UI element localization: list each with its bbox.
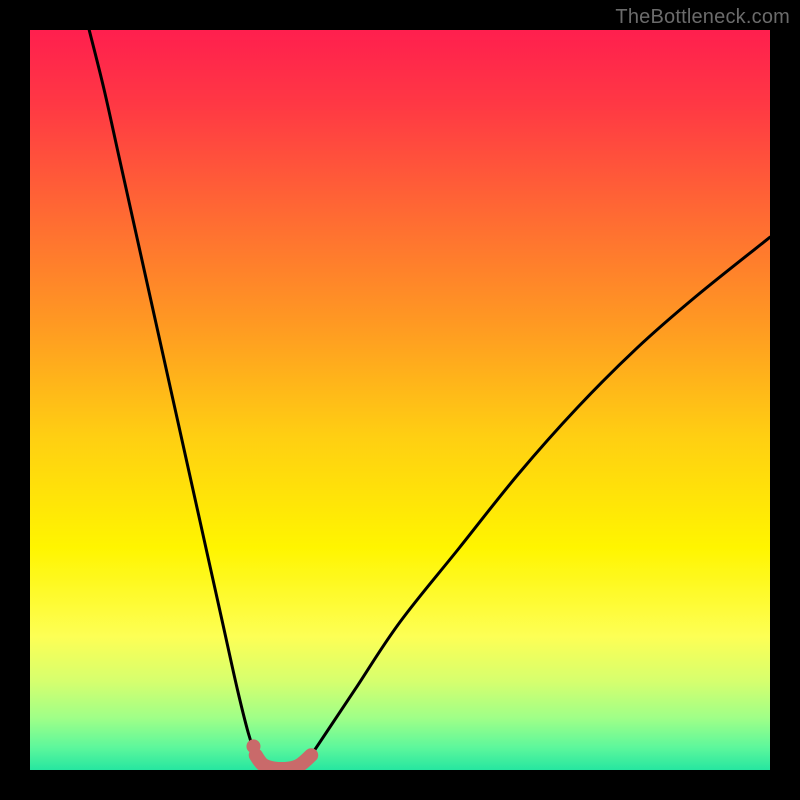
watermark-text: TheBottleneck.com — [615, 6, 790, 29]
plot-frame — [30, 30, 770, 770]
floor-marker-dot — [246, 739, 260, 753]
bottleneck-plot — [30, 30, 770, 770]
gradient-background — [30, 30, 770, 770]
